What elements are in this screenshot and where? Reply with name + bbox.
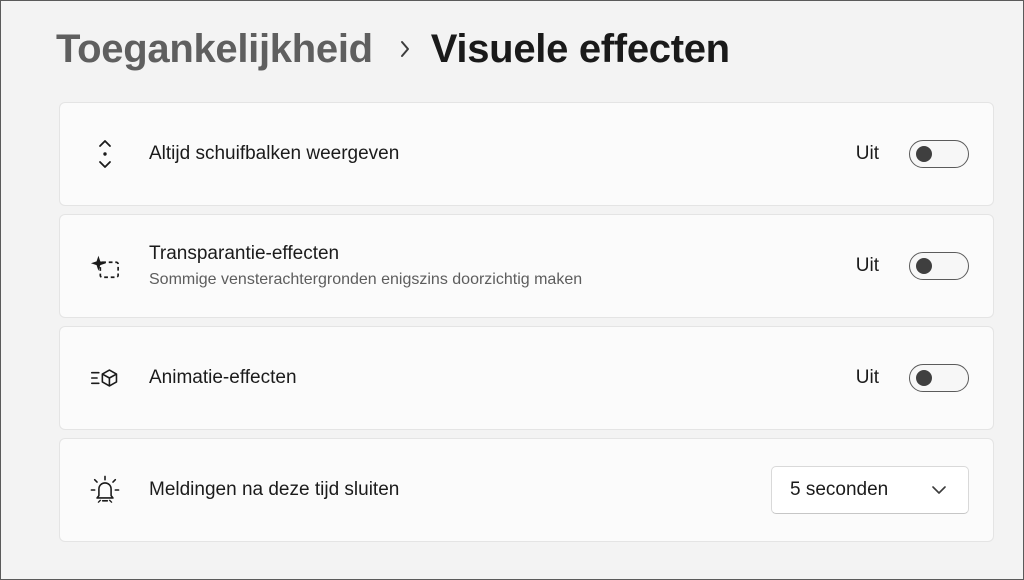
toggle-knob [916, 370, 932, 386]
notification-bell-icon [90, 475, 120, 505]
scrollbar-arrows-icon [90, 139, 120, 169]
setting-card-transparency: Transparantie-effecten Sommige vensterac… [59, 214, 994, 318]
transparency-sparkle-icon [90, 251, 120, 281]
toggle-state-label: Uit [855, 367, 879, 388]
setting-title: Meldingen na deze tijd sluiten [149, 479, 400, 500]
setting-title: Altijd schuifbalken weergeven [149, 143, 400, 164]
breadcrumb: Toegankelijkheid Visuele effecten [56, 21, 730, 77]
toggle-knob [916, 258, 932, 274]
setting-card-scrollbars: Altijd schuifbalken weergeven Uit [59, 102, 994, 206]
toggle-knob [916, 146, 932, 162]
setting-card-animation: Animatie-effecten Uit [59, 326, 994, 430]
chevron-down-icon [932, 486, 946, 494]
setting-title: Animatie-effecten [149, 367, 297, 388]
setting-description: Sommige vensterachtergronden enigszins d… [149, 271, 583, 288]
toggle-state-label: Uit [855, 255, 879, 276]
animation-cube-icon [90, 363, 120, 393]
animation-toggle[interactable] [909, 364, 969, 392]
dropdown-selected-value: 5 seconden [790, 479, 889, 500]
setting-card-notifications: Meldingen na deze tijd sluiten 5 seconde… [59, 438, 994, 542]
chevron-right-icon [399, 40, 411, 58]
scrollbars-toggle[interactable] [909, 140, 969, 168]
notification-timeout-dropdown[interactable]: 5 seconden [771, 466, 969, 514]
page-title: Visuele effecten [430, 26, 730, 71]
toggle-state-label: Uit [855, 143, 879, 164]
transparency-toggle[interactable] [909, 252, 969, 280]
breadcrumb-parent-link[interactable]: Toegankelijkheid [56, 27, 373, 72]
setting-title: Transparantie-effecten [149, 243, 340, 264]
